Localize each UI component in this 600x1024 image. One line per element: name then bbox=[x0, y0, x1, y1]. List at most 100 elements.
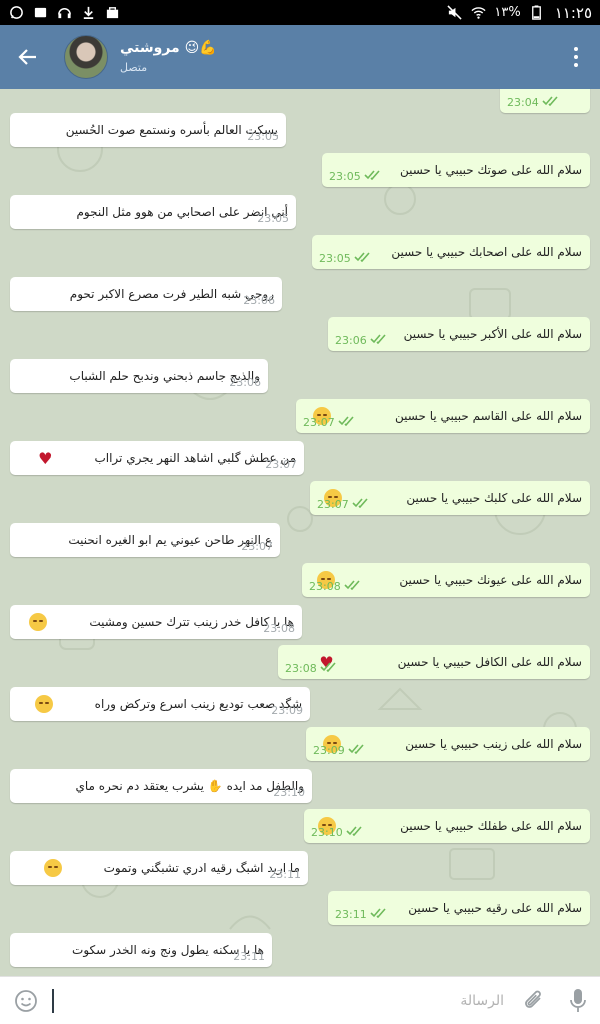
status-left-icons bbox=[8, 5, 121, 20]
message-meta: 23:11 bbox=[269, 868, 301, 881]
message-text: سلام الله على الأكبر حبيبي يا حسين bbox=[403, 327, 582, 341]
message-text: سلام الله على كلبك حبيبي يا حسين bbox=[406, 491, 582, 505]
message-time: 23:07 bbox=[241, 540, 273, 553]
incoming-message-bubble[interactable]: من عطش گلبي اشاهد النهر يجري ترااب ♥ 23:07 bbox=[10, 441, 304, 475]
message-time: 23:05 bbox=[319, 252, 351, 265]
message-text: سلام الله على القاسم حبيبي يا حسين bbox=[395, 409, 582, 423]
message-meta: 23:08 bbox=[263, 622, 295, 635]
message-meta: 23:07 bbox=[265, 458, 297, 471]
message-text: سلام الله على الكافل حبيبي يا حسين bbox=[397, 655, 582, 669]
incoming-message-bubble[interactable]: ها يا سكنه يطول ونج ونه الخدر سكوت 23:11 bbox=[10, 933, 272, 967]
chat-area[interactable]: 23:04 يسكت العالم بأسره ونستمع صوت الحُسي… bbox=[0, 89, 600, 976]
message-input-bar: الرسالة bbox=[0, 976, 600, 1024]
message-text: أني انضر على اصحابي من هوو مثل النجوم bbox=[76, 205, 289, 219]
message-meta: 23:07 bbox=[317, 498, 369, 511]
kebab-dot-icon bbox=[574, 63, 578, 67]
kebab-dot-icon bbox=[574, 47, 578, 51]
message-meta: 23:05 bbox=[319, 252, 371, 265]
more-menu-button[interactable] bbox=[562, 41, 590, 73]
avatar[interactable] bbox=[64, 35, 108, 79]
read-ticks-icon bbox=[348, 744, 365, 757]
message-time: 23:06 bbox=[243, 294, 275, 307]
read-ticks-icon bbox=[542, 96, 559, 109]
read-ticks-icon bbox=[352, 498, 369, 511]
emoji-button[interactable] bbox=[0, 989, 52, 1013]
read-ticks-icon bbox=[344, 580, 361, 593]
message-text: سلام الله على طفلك حبيبي يا حسين bbox=[400, 819, 582, 833]
message-time: 23:07 bbox=[317, 498, 349, 511]
chat-title: مروشتي 😉💪 bbox=[120, 40, 217, 56]
incoming-message-bubble[interactable]: والذبح جاسم ذبحني وندبح حلم الشباب 23:06 bbox=[10, 359, 268, 393]
status-right-icons: ١٣% ١١:٢٥ bbox=[446, 4, 592, 22]
sad-face-emoji-icon bbox=[43, 859, 62, 877]
outgoing-message-bubble[interactable]: سلام الله على كلبك حبيبي يا حسين 23:07 bbox=[310, 481, 590, 515]
message-meta: 23:04 bbox=[507, 96, 559, 109]
chat-title-block[interactable]: مروشتي 😉💪 متصل bbox=[120, 40, 217, 74]
message-meta: 23:08 bbox=[285, 662, 337, 675]
incoming-message-bubble[interactable]: ع النهر طاحن عيوني يم ابو الغيره انحنيت 2… bbox=[10, 523, 280, 557]
outgoing-message-bubble[interactable]: سلام الله على عيونك حبيبي يا حسين 23:08 bbox=[302, 563, 590, 597]
read-ticks-icon bbox=[338, 416, 355, 429]
message-time: 23:09 bbox=[271, 704, 303, 717]
whatsapp-icon bbox=[8, 5, 25, 20]
outgoing-message-bubble[interactable]: سلام الله على طفلك حبيبي يا حسين 23:10 bbox=[304, 809, 590, 843]
incoming-message-bubble[interactable]: والطفل مد ايده ✋ يشرب يعتقد دم نحره ماي 2… bbox=[10, 769, 312, 803]
message-text: سلام الله على زينب حبيبي يا حسين bbox=[405, 737, 582, 751]
status-time: ١١:٢٥ bbox=[554, 3, 592, 22]
incoming-message-bubble[interactable]: روحي شبه الطير فرت مصرع الاكبر تحوم 23:06 bbox=[10, 277, 282, 311]
message-meta: 23:06 bbox=[243, 294, 275, 307]
attach-button[interactable] bbox=[512, 989, 556, 1013]
message-time: 23:09 bbox=[313, 744, 345, 757]
message-text: يسكت العالم بأسره ونستمع صوت الحُسين bbox=[65, 123, 278, 137]
message-meta: 23:10 bbox=[273, 786, 305, 799]
message-time: 23:11 bbox=[335, 908, 367, 921]
outgoing-message-bubble[interactable]: سلام الله على زينب حبيبي يا حسين 23:09 bbox=[306, 727, 590, 761]
read-ticks-icon bbox=[346, 826, 363, 839]
message-time: 23:11 bbox=[233, 950, 265, 963]
message-time: 23:08 bbox=[285, 662, 317, 675]
message-time: 23:08 bbox=[309, 580, 341, 593]
sad-face-emoji-icon bbox=[29, 613, 48, 631]
message-meta: 23:06 bbox=[229, 376, 261, 389]
wifi-icon bbox=[470, 5, 487, 20]
message-text: سلام الله على اصحابك حبيبي يا حسين bbox=[391, 245, 582, 259]
outgoing-message-bubble[interactable]: سلام الله على الكافل حبيبي يا حسين ♥ 23:08 bbox=[278, 645, 590, 679]
outgoing-message-bubble[interactable]: سلام الله على صوتك حبيبي يا حسين 23:05 bbox=[322, 153, 590, 187]
message-time: 23:06 bbox=[335, 334, 367, 347]
message-meta: 23:11 bbox=[233, 950, 265, 963]
message-text: سلام الله على عيونك حبيبي يا حسين bbox=[399, 573, 582, 587]
message-input-placeholder: الرسالة bbox=[460, 992, 504, 1009]
message-time: 23:11 bbox=[269, 868, 301, 881]
message-meta: 23:06 bbox=[335, 334, 387, 347]
broken-heart-emoji-icon: ♥ bbox=[38, 448, 53, 468]
message-input[interactable]: الرسالة bbox=[54, 993, 512, 1009]
outgoing-message-bubble[interactable]: سلام الله على الأكبر حبيبي يا حسين 23:06 bbox=[328, 317, 590, 351]
back-button[interactable] bbox=[0, 25, 56, 89]
bag-icon bbox=[104, 5, 121, 20]
message-time: 23:04 bbox=[507, 96, 539, 109]
outgoing-message-bubble[interactable]: سلام الله على القاسم حبيبي يا حسين 23:07 bbox=[296, 399, 590, 433]
outgoing-message-bubble[interactable]: سلام الله على رقيه حبيبي يا حسين 23:11 bbox=[328, 891, 590, 925]
message-time: 23:10 bbox=[273, 786, 305, 799]
message-time: 23:05 bbox=[247, 130, 279, 143]
incoming-message-bubble[interactable]: شگد صعب توديع زينب اسرع وتركض وراه 23:09 bbox=[10, 687, 310, 721]
incoming-message-bubble[interactable]: ما اريد اشبگ رقيه ادري تشبگني وتموت 23:11 bbox=[10, 851, 308, 885]
message-meta: 23:09 bbox=[313, 744, 365, 757]
message-meta: 23:05 bbox=[329, 170, 381, 183]
read-ticks-icon bbox=[370, 908, 387, 921]
mute-icon bbox=[446, 5, 463, 20]
voice-record-button[interactable] bbox=[556, 988, 600, 1014]
app-notification-icon bbox=[32, 5, 49, 20]
chat-header: مروشتي 😉💪 متصل bbox=[0, 25, 600, 89]
incoming-message-bubble[interactable]: يسكت العالم بأسره ونستمع صوت الحُسين 23:0… bbox=[10, 113, 286, 147]
chat-status: متصل bbox=[120, 61, 148, 74]
message-meta: 23:05 bbox=[257, 212, 289, 225]
headphones-icon bbox=[56, 5, 73, 20]
outgoing-message-bubble[interactable]: 23:04 bbox=[500, 89, 590, 113]
message-meta: 23:05 bbox=[247, 130, 279, 143]
read-ticks-icon bbox=[370, 334, 387, 347]
status-bar: ١٣% ١١:٢٥ bbox=[0, 0, 600, 25]
incoming-message-bubble[interactable]: أني انضر على اصحابي من هوو مثل النجوم 23:… bbox=[10, 195, 296, 229]
outgoing-message-bubble[interactable]: سلام الله على اصحابك حبيبي يا حسين 23:05 bbox=[312, 235, 590, 269]
incoming-message-bubble[interactable]: ها يا كافل خدر زينب تترك حسين ومشيت 23:08 bbox=[10, 605, 302, 639]
